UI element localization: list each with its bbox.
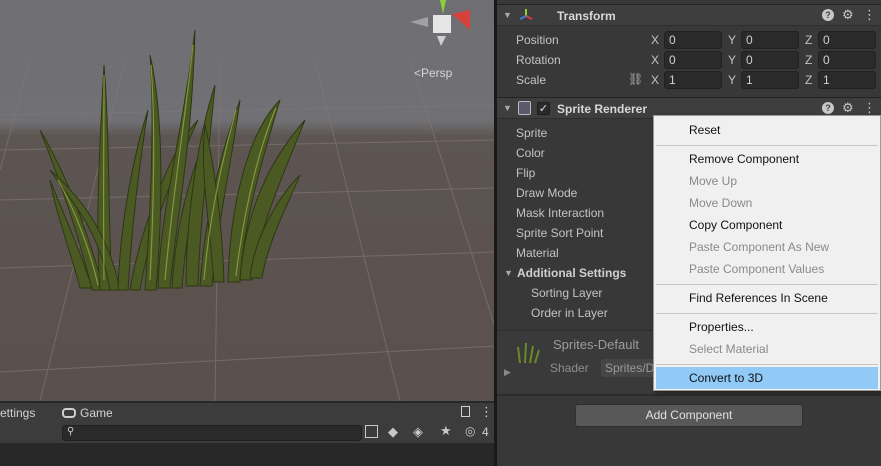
axis-z-label[interactable]: Z	[805, 33, 812, 47]
material-label: Material	[516, 246, 559, 260]
menu-item-properties[interactable]: Properties...	[689, 320, 754, 334]
scene-gizmo[interactable]	[410, 0, 470, 46]
axis-z-label[interactable]: Z	[805, 53, 812, 67]
rotation-z-field[interactable]: 0	[818, 51, 876, 69]
grass-sprite[interactable]	[39, 29, 306, 291]
component-context-menu: Reset Remove Component Move Up Move Down…	[653, 115, 881, 391]
gizmo-neg-x-cone[interactable]	[410, 17, 428, 27]
hidden-eye-icon[interactable]: ◎	[465, 424, 475, 438]
tab-project-settings[interactable]: ettings	[0, 406, 35, 420]
foldout-arrow-icon[interactable]: ▼	[504, 268, 513, 278]
gizmo-x-cone[interactable]	[452, 10, 470, 30]
foldout-arrow-icon[interactable]: ▼	[503, 10, 512, 20]
position-x-field[interactable]: 0	[664, 31, 722, 49]
constrain-proportions-link-icon[interactable]: ⛓	[628, 72, 643, 86]
scale-x-field[interactable]: 1	[664, 71, 722, 89]
menu-item-paste-component-as-new: Paste Component As New	[689, 240, 830, 254]
gizmo-neg-y-cone[interactable]	[437, 36, 446, 46]
order-in-layer-label: Order in Layer	[531, 306, 608, 320]
menu-item-paste-component-values: Paste Component Values	[689, 262, 825, 276]
scene-grid	[0, 0, 496, 401]
axis-x-label[interactable]: X	[651, 73, 659, 87]
more-options-icon[interactable]: ⋮	[480, 405, 493, 418]
menu-separator	[656, 284, 878, 285]
bottom-content	[0, 443, 494, 466]
menu-separator	[656, 145, 878, 146]
menu-separator	[656, 313, 878, 314]
menu-separator	[656, 364, 878, 365]
scene-view[interactable]: <Persp	[0, 0, 496, 401]
transform-axis-icon	[519, 9, 533, 20]
flip-label: Flip	[516, 166, 536, 180]
axis-y-label[interactable]: Y	[728, 73, 736, 87]
material-thumbnail	[515, 341, 541, 365]
rotation-x-field[interactable]: 0	[664, 51, 722, 69]
presets-icon[interactable]: ⚙	[842, 7, 854, 23]
enabled-checkbox[interactable]: ✓	[537, 102, 550, 115]
axis-x-label[interactable]: X	[651, 53, 659, 67]
search-icon: ⚲	[67, 426, 75, 437]
sprite-renderer-icon	[518, 101, 531, 115]
gizmo-center-cube[interactable]	[433, 15, 451, 33]
foldout-arrow-icon[interactable]: ▶	[504, 367, 511, 378]
presets-icon[interactable]: ⚙	[842, 100, 854, 116]
component-menu-icon[interactable]: ⋮	[863, 7, 876, 23]
menu-item-move-up: Move Up	[689, 174, 738, 188]
menu-item-select-material: Select Material	[689, 342, 769, 356]
axis-z-label[interactable]: Z	[805, 73, 812, 87]
gizmo-y-cone[interactable]	[440, 0, 446, 14]
shader-dropdown[interactable]: Sprites/D	[601, 359, 655, 377]
search-input[interactable]: ⚲	[62, 425, 362, 441]
shapes-filter-icon[interactable]: ◆	[388, 424, 398, 440]
lock-icon[interactable]	[461, 406, 470, 417]
persp-label[interactable]: <Persp	[414, 66, 452, 80]
color-label: Color	[516, 146, 545, 160]
menu-item-find-references[interactable]: Find References In Scene	[689, 291, 828, 305]
additional-settings-foldout[interactable]: Additional Settings	[517, 266, 626, 280]
inspector-separator	[497, 394, 881, 396]
menu-item-convert-to-3d[interactable]: Convert to 3D	[689, 371, 763, 385]
transform-header[interactable]: ▼ Transform ? ⚙ ⋮	[497, 4, 881, 26]
help-icon[interactable]: ?	[822, 9, 834, 21]
component-menu-icon[interactable]: ⋮	[863, 100, 876, 116]
help-icon[interactable]: ?	[822, 102, 834, 114]
axis-y-label[interactable]: Y	[728, 53, 736, 67]
gamepad-icon	[62, 408, 76, 418]
position-label: Position	[516, 33, 559, 47]
rotation-y-field[interactable]: 0	[741, 51, 799, 69]
transform-title: Transform	[557, 9, 616, 23]
axis-y-label[interactable]: Y	[728, 33, 736, 47]
scene-view-toggle-icon[interactable]	[365, 425, 378, 438]
menu-item-remove-component[interactable]: Remove Component	[689, 152, 799, 166]
sorting-layer-label: Sorting Layer	[531, 286, 603, 300]
scale-label: Scale	[516, 73, 547, 87]
axis-x-label[interactable]: X	[651, 33, 659, 47]
sprite-label: Sprite	[516, 126, 548, 140]
menu-item-move-down: Move Down	[689, 196, 753, 210]
scale-z-field[interactable]: 1	[818, 71, 876, 89]
favorite-star-icon[interactable]: ★	[440, 423, 452, 439]
menu-item-copy-component[interactable]: Copy Component	[689, 218, 782, 232]
draw-mode-label: Draw Mode	[516, 186, 578, 200]
mask-interaction-label: Mask Interaction	[516, 206, 605, 220]
hidden-count: 4	[482, 425, 489, 439]
foldout-arrow-icon[interactable]: ▼	[503, 103, 512, 113]
label-filter-icon[interactable]: ◈	[413, 424, 423, 440]
material-name: Sprites-Default	[553, 337, 639, 352]
scale-y-field[interactable]: 1	[741, 71, 799, 89]
shader-label: Shader	[550, 361, 589, 375]
position-z-field[interactable]: 0	[818, 31, 876, 49]
tab-game[interactable]: Game	[80, 406, 113, 420]
add-component-button[interactable]: Add Component	[575, 404, 803, 427]
bottom-tab-bar: ettings Game ⋮	[0, 403, 494, 423]
rotation-label: Rotation	[516, 53, 561, 67]
menu-item-reset[interactable]: Reset	[689, 123, 720, 137]
sprite-renderer-title: Sprite Renderer	[557, 102, 648, 116]
position-y-field[interactable]: 0	[741, 31, 799, 49]
sprite-sort-point-label: Sprite Sort Point	[516, 226, 604, 240]
